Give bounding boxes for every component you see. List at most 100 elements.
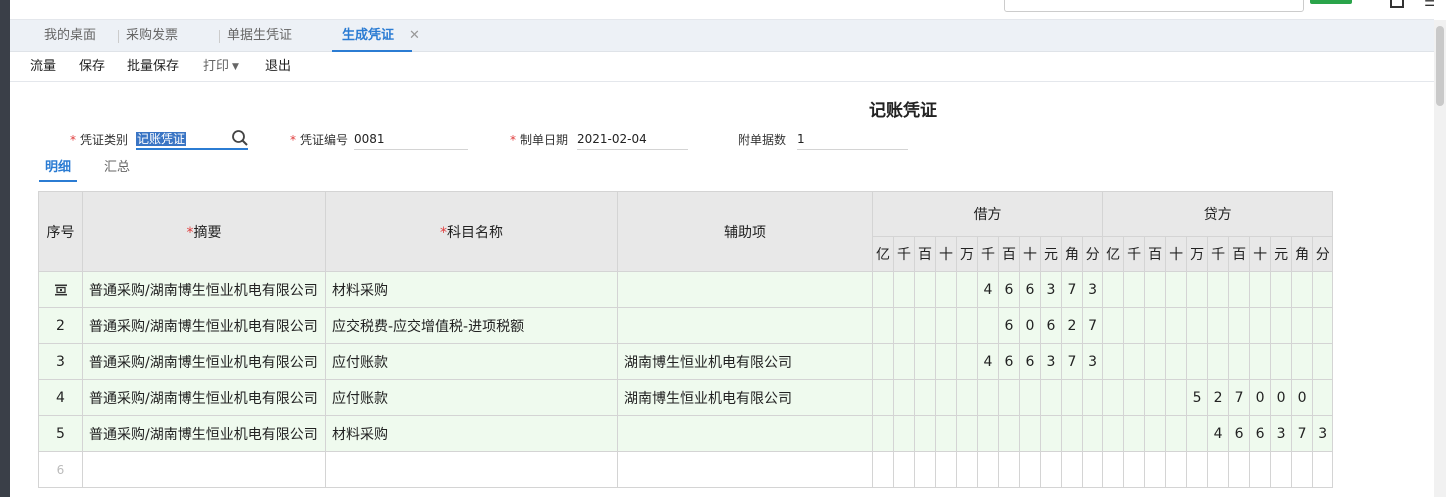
debit-digit-cell[interactable]: 2 [1061, 307, 1083, 344]
credit-digit-cell[interactable] [1312, 379, 1334, 416]
table-row[interactable]: 2 普通采购/湖南博生恒业机电有限公司 应交税费-应交增值税-进项税额 6 0 6 2 7 [38, 307, 1334, 344]
debit-digit-cell[interactable] [1061, 415, 1083, 452]
credit-digit-cell[interactable] [1144, 343, 1167, 380]
credit-digit-cell[interactable] [1102, 379, 1125, 416]
debit-digit-cell[interactable] [914, 271, 936, 308]
credit-digit-cell[interactable]: 3 [1270, 415, 1293, 452]
credit-digit-cell[interactable]: 6 [1249, 415, 1272, 452]
row-seq-cell[interactable]: 6 [38, 451, 83, 488]
menu-icon[interactable]: ☰ [1424, 0, 1434, 10]
empty-cell[interactable] [893, 451, 915, 488]
voucher-number-field[interactable]: 0081 [354, 128, 468, 150]
credit-digit-cell[interactable] [1165, 379, 1188, 416]
global-search-box[interactable] [1004, 0, 1304, 12]
debit-digit-cell[interactable] [893, 415, 915, 452]
credit-digit-cell[interactable] [1144, 379, 1167, 416]
credit-digit-cell[interactable] [1186, 307, 1209, 344]
debit-digit-cell[interactable] [893, 307, 915, 344]
credit-digit-cell[interactable]: 0 [1249, 379, 1272, 416]
credit-digit-cell[interactable] [1207, 271, 1230, 308]
aux-cell[interactable]: 湖南博生恒业机电有限公司 [617, 379, 873, 416]
debit-digit-cell[interactable]: 0 [1019, 307, 1041, 344]
empty-cell[interactable] [82, 451, 326, 488]
credit-digit-cell[interactable] [1123, 415, 1146, 452]
debit-digit-cell[interactable] [872, 415, 894, 452]
subtab-detail[interactable]: 明细 [38, 158, 78, 182]
credit-digit-cell[interactable] [1270, 343, 1293, 380]
debit-digit-cell[interactable] [872, 307, 894, 344]
account-cell[interactable]: 应交税费-应交增值税-进项税额 [325, 307, 618, 344]
debit-digit-cell[interactable]: 4 [977, 271, 999, 308]
credit-digit-cell[interactable] [1144, 271, 1167, 308]
credit-digit-cell[interactable] [1228, 271, 1251, 308]
credit-digit-cell[interactable]: 7 [1291, 415, 1314, 452]
debit-digit-cell[interactable]: 6 [998, 343, 1020, 380]
table-row[interactable]: 4 普通采购/湖南博生恒业机电有限公司 应付账款 湖南博生恒业机电有限公司 5 2 7 0 0 0 [38, 379, 1334, 416]
row-seq-cell[interactable]: 2 [38, 307, 83, 344]
credit-digit-cell[interactable] [1291, 307, 1314, 344]
row-seq-cell[interactable] [38, 271, 83, 308]
credit-digit-cell[interactable] [1123, 379, 1146, 416]
vertical-scrollbar[interactable] [1434, 20, 1446, 497]
summary-cell[interactable]: 普通采购/湖南博生恒业机电有限公司 [82, 343, 326, 380]
empty-cell[interactable] [1165, 451, 1188, 488]
debit-digit-cell[interactable] [977, 379, 999, 416]
summary-cell[interactable]: 普通采购/湖南博生恒业机电有限公司 [82, 307, 326, 344]
debit-digit-cell[interactable] [956, 271, 978, 308]
debit-digit-cell[interactable] [914, 307, 936, 344]
credit-digit-cell[interactable] [1165, 343, 1188, 380]
tab-close-icon[interactable]: ✕ [409, 20, 420, 52]
search-icon[interactable] [231, 129, 249, 147]
credit-digit-cell[interactable]: 6 [1228, 415, 1251, 452]
credit-digit-cell[interactable] [1123, 343, 1146, 380]
credit-digit-cell[interactable] [1291, 271, 1314, 308]
credit-digit-cell[interactable] [1249, 271, 1272, 308]
credit-digit-cell[interactable] [1291, 343, 1314, 380]
row-insert-icon[interactable] [54, 284, 68, 296]
account-cell[interactable]: 应付账款 [325, 379, 618, 416]
credit-digit-cell[interactable]: 2 [1207, 379, 1230, 416]
debit-digit-cell[interactable] [1040, 415, 1062, 452]
debit-digit-cell[interactable] [893, 271, 915, 308]
empty-cell[interactable] [1144, 451, 1167, 488]
debit-digit-cell[interactable] [935, 379, 957, 416]
save-button[interactable]: 保存 [79, 52, 105, 82]
debit-digit-cell[interactable] [914, 343, 936, 380]
row-seq-cell[interactable]: 4 [38, 379, 83, 416]
account-cell[interactable]: 材料采购 [325, 415, 618, 452]
debit-digit-cell[interactable] [1019, 415, 1041, 452]
tab-generate-voucher[interactable]: 生成凭证 [331, 20, 413, 52]
debit-digit-cell[interactable] [893, 343, 915, 380]
table-row[interactable]: 普通采购/湖南博生恒业机电有限公司 材料采购 4 6 6 3 7 3 [38, 271, 1334, 308]
debit-digit-cell[interactable]: 3 [1040, 271, 1062, 308]
summary-cell[interactable]: 普通采购/湖南博生恒业机电有限公司 [82, 415, 326, 452]
credit-digit-cell[interactable] [1270, 271, 1293, 308]
empty-cell[interactable] [617, 451, 873, 488]
summary-cell[interactable]: 普通采购/湖南博生恒业机电有限公司 [82, 379, 326, 416]
debit-digit-cell[interactable] [956, 343, 978, 380]
exit-button[interactable]: 退出 [265, 52, 291, 82]
credit-digit-cell[interactable] [1165, 271, 1188, 308]
debit-digit-cell[interactable] [977, 415, 999, 452]
debit-digit-cell[interactable] [1040, 379, 1062, 416]
empty-cell[interactable] [1228, 451, 1251, 488]
credit-digit-cell[interactable] [1186, 343, 1209, 380]
debit-digit-cell[interactable] [872, 343, 894, 380]
empty-cell[interactable] [914, 451, 936, 488]
credit-digit-cell[interactable] [1165, 415, 1188, 452]
account-cell[interactable]: 材料采购 [325, 271, 618, 308]
summary-cell[interactable]: 普通采购/湖南博生恒业机电有限公司 [82, 271, 326, 308]
debit-digit-cell[interactable]: 4 [977, 343, 999, 380]
credit-digit-cell[interactable] [1249, 307, 1272, 344]
debit-digit-cell[interactable] [935, 307, 957, 344]
subtab-summary[interactable]: 汇总 [104, 158, 130, 182]
debit-digit-cell[interactable] [956, 379, 978, 416]
tab-purchase-invoice[interactable]: 采购发票 [117, 20, 178, 52]
empty-cell[interactable] [977, 451, 999, 488]
credit-digit-cell[interactable] [1207, 343, 1230, 380]
credit-digit-cell[interactable] [1123, 271, 1146, 308]
tab-document-to-voucher[interactable]: 单据生凭证 [218, 20, 292, 52]
credit-digit-cell[interactable] [1123, 307, 1146, 344]
debit-digit-cell[interactable]: 7 [1061, 271, 1083, 308]
empty-cell[interactable] [872, 451, 894, 488]
